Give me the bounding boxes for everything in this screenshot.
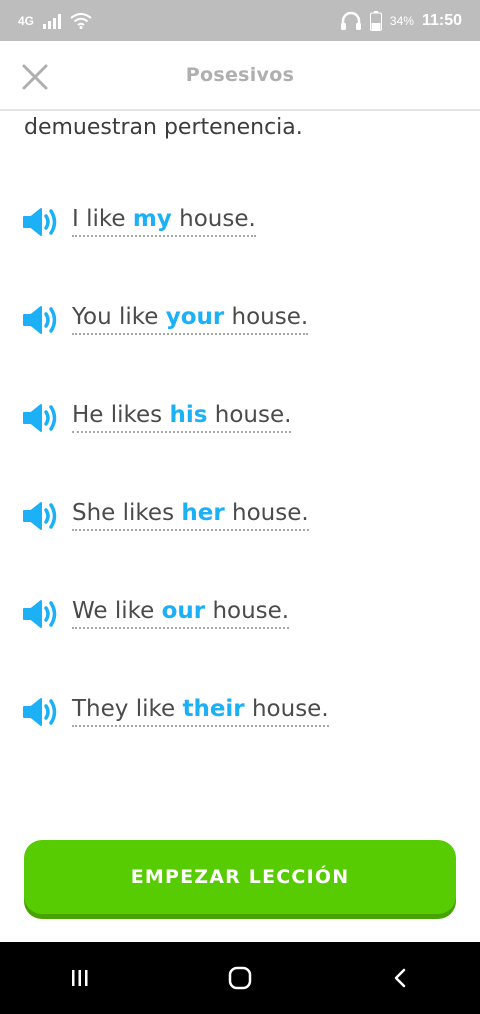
headphones-icon bbox=[340, 11, 362, 31]
speaker-button[interactable] bbox=[22, 301, 60, 339]
speaker-icon bbox=[23, 306, 57, 334]
examples-list: I like my house. You like your house. He… bbox=[22, 199, 462, 787]
close-icon bbox=[22, 64, 48, 90]
example-sentence[interactable]: I like my house. bbox=[72, 199, 256, 237]
example-sentence[interactable]: She likes her house. bbox=[72, 493, 309, 531]
sentence-text: house. bbox=[207, 402, 292, 428]
sentence-text: I like bbox=[72, 206, 133, 232]
back-icon bbox=[394, 968, 406, 988]
sentence-text: house. bbox=[205, 598, 290, 624]
example-sentence[interactable]: He likes his house. bbox=[72, 395, 292, 433]
example-row: He likes his house. bbox=[22, 395, 462, 493]
start-lesson-container: EMPEZAR LECCIÓN bbox=[24, 840, 456, 918]
speaker-icon bbox=[23, 600, 57, 628]
recents-button[interactable] bbox=[50, 948, 110, 1008]
possessive-word: my bbox=[132, 206, 172, 232]
header: Posesivos bbox=[0, 41, 480, 111]
status-bar-left: 4G bbox=[18, 12, 92, 29]
possessive-word: her bbox=[181, 500, 225, 526]
example-row: They like their house. bbox=[22, 689, 462, 787]
speaker-icon bbox=[23, 502, 57, 530]
speaker-button[interactable] bbox=[22, 399, 60, 437]
start-lesson-button[interactable]: EMPEZAR LECCIÓN bbox=[24, 840, 456, 914]
speaker-button[interactable] bbox=[22, 203, 60, 241]
sentence-text: house. bbox=[244, 696, 329, 722]
sentence-text: house. bbox=[224, 304, 309, 330]
sentence-text: house. bbox=[224, 500, 309, 526]
speaker-button[interactable] bbox=[22, 595, 60, 633]
possessive-word: your bbox=[165, 304, 225, 330]
battery-percent: 34% bbox=[389, 13, 414, 28]
speaker-button[interactable] bbox=[22, 693, 60, 731]
page-title: Posesivos bbox=[185, 64, 295, 86]
example-row: You like your house. bbox=[22, 297, 462, 395]
example-sentence[interactable]: We like our house. bbox=[72, 591, 290, 629]
network-type: 4G bbox=[18, 13, 35, 28]
possessive-word: our bbox=[161, 598, 206, 624]
sentence-text: You like bbox=[72, 304, 166, 330]
example-sentence[interactable]: They like their house. bbox=[72, 689, 329, 727]
sentence-text: She likes bbox=[72, 500, 182, 526]
speaker-icon bbox=[23, 208, 57, 236]
speaker-button[interactable] bbox=[22, 497, 60, 535]
home-icon bbox=[228, 966, 252, 990]
sentence-text: We like bbox=[72, 598, 162, 624]
example-sentence[interactable]: You like your house. bbox=[72, 297, 309, 335]
battery-icon bbox=[369, 10, 382, 31]
example-row: I like my house. bbox=[22, 199, 462, 297]
signal-icon bbox=[42, 13, 62, 29]
status-bar-right: 34% 11:50 bbox=[340, 10, 462, 31]
clock: 11:50 bbox=[421, 11, 462, 29]
home-button[interactable] bbox=[210, 948, 270, 1008]
sentence-text: He likes bbox=[72, 402, 170, 428]
example-row: She likes her house. bbox=[22, 493, 462, 591]
wifi-icon bbox=[70, 12, 92, 29]
speaker-icon bbox=[23, 698, 57, 726]
back-button[interactable] bbox=[370, 948, 430, 1008]
example-row: We like our house. bbox=[22, 591, 462, 689]
recents-icon bbox=[72, 970, 88, 986]
possessive-word: their bbox=[182, 696, 245, 722]
speaker-icon bbox=[23, 404, 57, 432]
system-nav-bar bbox=[0, 942, 480, 1014]
possessive-word: his bbox=[169, 402, 208, 428]
sentence-text: house. bbox=[171, 206, 256, 232]
intro-text: demuestran pertenencia. bbox=[24, 115, 303, 140]
status-bar: 4G 34% 11:50 bbox=[0, 0, 480, 41]
lesson-tips-content: demuestran pertenencia. I like my house. bbox=[0, 113, 480, 823]
sentence-text: They like bbox=[72, 696, 183, 722]
close-button[interactable] bbox=[16, 58, 54, 96]
